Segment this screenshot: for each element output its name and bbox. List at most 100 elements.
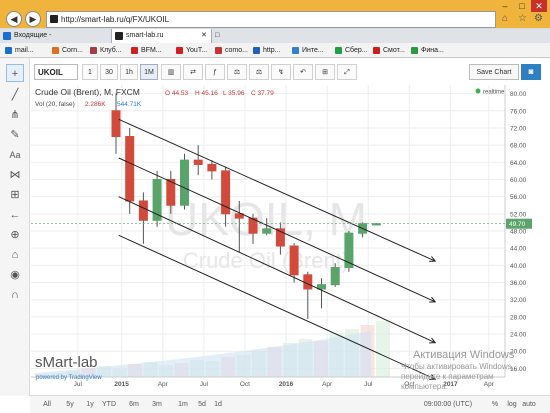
trend-line-icon[interactable]: ╱ [6,86,24,104]
bookmark-item[interactable]: mail... [4,45,34,56]
bookmark-item[interactable]: http... [252,45,281,56]
brush-icon[interactable]: ✎ [6,126,24,144]
pattern-icon[interactable]: ⋈ [6,166,24,184]
bookmark-item[interactable]: YouT... [175,45,207,56]
price-tick-label: 28.00 [510,314,527,321]
arrow-left-icon[interactable]: ← [6,206,24,224]
powered-by-link[interactable]: powered by TradingView [36,375,102,381]
candle-body [125,136,135,202]
candle [138,192,148,244]
bookmark-label: Клуб... [100,47,122,54]
candle-body [262,228,272,234]
forward-icon[interactable]: ▶ [25,11,41,27]
undo-icon[interactable]: ↶ [293,64,313,80]
symbol-input[interactable]: UKOIL [34,64,78,80]
time-tick-label: Jul [74,381,83,388]
bookmark-item[interactable]: Сбер... [334,45,368,56]
bookmark-item[interactable]: Corn... [51,45,83,56]
bookmark-item[interactable]: Фина... [410,45,444,56]
pitchfork-icon[interactable]: ⋔ [6,106,24,124]
smartlab-logo[interactable]: sMart-lab [35,354,98,371]
interval-30[interactable]: 30 [100,64,118,80]
scale-option-button[interactable]: % [487,399,503,411]
eye-icon[interactable]: ◉ [6,266,24,284]
measure-icon[interactable]: ⊞ [6,186,24,204]
range-button[interactable]: 1m [174,399,192,411]
address-bar[interactable]: http://smart-lab.ru/q/FX/UKOIL [46,11,496,28]
indicators-icon[interactable]: ƒ [205,64,225,80]
bookmark-favicon-icon [215,47,222,54]
volume-value-2: 544.71K [117,101,142,108]
zoom-in-icon[interactable]: ⊕ [6,226,24,244]
fullscreen-icon[interactable]: ⤢ [337,64,357,80]
candle [193,145,203,176]
tab-smartlab[interactable]: smart-lab.ru ✕ [112,29,212,43]
range-button[interactable]: 5y [61,399,79,411]
price-tick-label: 24.00 [510,332,527,339]
candle-body [138,200,148,221]
candle [303,271,313,320]
browser-window: – □ ✕ ◀ ▶ http://smart-lab.ru/q/FX/UKOIL… [0,0,550,413]
bookmark-label: Инте... [302,47,324,54]
mail-favicon [3,32,11,40]
drawing-tools-panel: + ╱ ⋔ ✎ Aa ⋈ ⊞ ← ⊕ ⌂ ◉ ∩ [0,58,30,396]
camera-icon[interactable]: ◙ [521,64,541,80]
home-icon[interactable]: ⌂ [502,13,508,24]
back-icon[interactable]: ◀ [6,11,22,27]
chart-area[interactable]: UKOIL, M Crude Oil (Brent) 16.00 20.00 24.… [31,85,550,395]
scale-option-button[interactable]: log [504,399,520,411]
range-button[interactable]: All [38,399,56,411]
bookmark-favicon-icon [176,47,183,54]
range-button[interactable]: YTD [100,399,118,411]
range-button[interactable]: 3m [148,399,166,411]
lock-icon[interactable]: ⌂ [6,246,24,264]
replay-icon[interactable]: ↯ [271,64,291,80]
time-tick-label: Jul [364,381,373,388]
save-chart-button[interactable]: Save Chart [469,64,519,80]
tab-close-icon[interactable]: ✕ [201,29,207,43]
range-button[interactable]: 1y [81,399,99,411]
interval-1h[interactable]: 1h [120,64,138,80]
utc-clock[interactable]: 09:00:00 (UTC) [416,399,480,411]
realtime-dot-icon [475,88,481,94]
tab-strip: Входящие - sopemik02@mail... smart-lab.r… [0,29,550,53]
range-button[interactable]: 6m [125,399,143,411]
text-tool-icon[interactable]: Aa [6,146,24,164]
bookmark-label: como... [225,47,248,54]
bookmark-item[interactable]: como... [214,45,248,56]
new-tab-button[interactable]: □ [212,29,226,43]
alert-icon[interactable]: ⚖ [249,64,269,80]
scale-option-button[interactable]: auto [521,399,537,411]
bookmark-favicon-icon [52,47,59,54]
tab-mail[interactable]: Входящие - sopemik02@mail... [0,29,112,53]
range-button[interactable]: 1d [209,399,227,411]
interval-1m[interactable]: 1M [140,64,158,80]
price-tick-label: 64.00 [510,160,527,167]
chart-style-icon[interactable]: ▥ [161,64,181,80]
price-tick-label: 76.00 [510,108,527,115]
bookmark-label: YouT... [186,47,208,54]
price-tick-label: 68.00 [510,143,527,150]
bookmark-item[interactable]: BFM... [130,45,162,56]
favorites-icon[interactable]: ☆ [518,13,527,24]
candle-body [193,159,203,165]
candle-body [111,110,121,138]
settings-icon[interactable]: ⊞ [315,64,335,80]
bookmark-item[interactable]: Инте... [291,45,324,56]
bookmark-label: Фина... [421,47,444,54]
bookmark-item[interactable]: Клуб... [89,45,122,56]
magnet-icon[interactable]: ∩ [6,286,24,304]
templates-icon[interactable]: ⚖ [227,64,247,80]
interval-1[interactable]: 1 [82,64,98,80]
crosshair-icon[interactable]: + [6,64,24,82]
settings-gear-icon[interactable]: ⚙ [534,13,543,24]
compare-icon[interactable]: ⇄ [183,64,203,80]
windows-activation-line2: Чтобы активировать Windows, [401,362,514,371]
legend-high: H 45.16 [195,90,218,97]
bookmark-favicon-icon [90,47,97,54]
bookmark-label: Сбер... [345,47,368,54]
bookmark-item[interactable]: Смот... [372,45,405,56]
candle [152,170,162,227]
realtime-label: realtime [483,90,505,96]
price-chart[interactable]: UKOIL, M Crude Oil (Brent) 16.0020.0024.… [31,85,550,395]
